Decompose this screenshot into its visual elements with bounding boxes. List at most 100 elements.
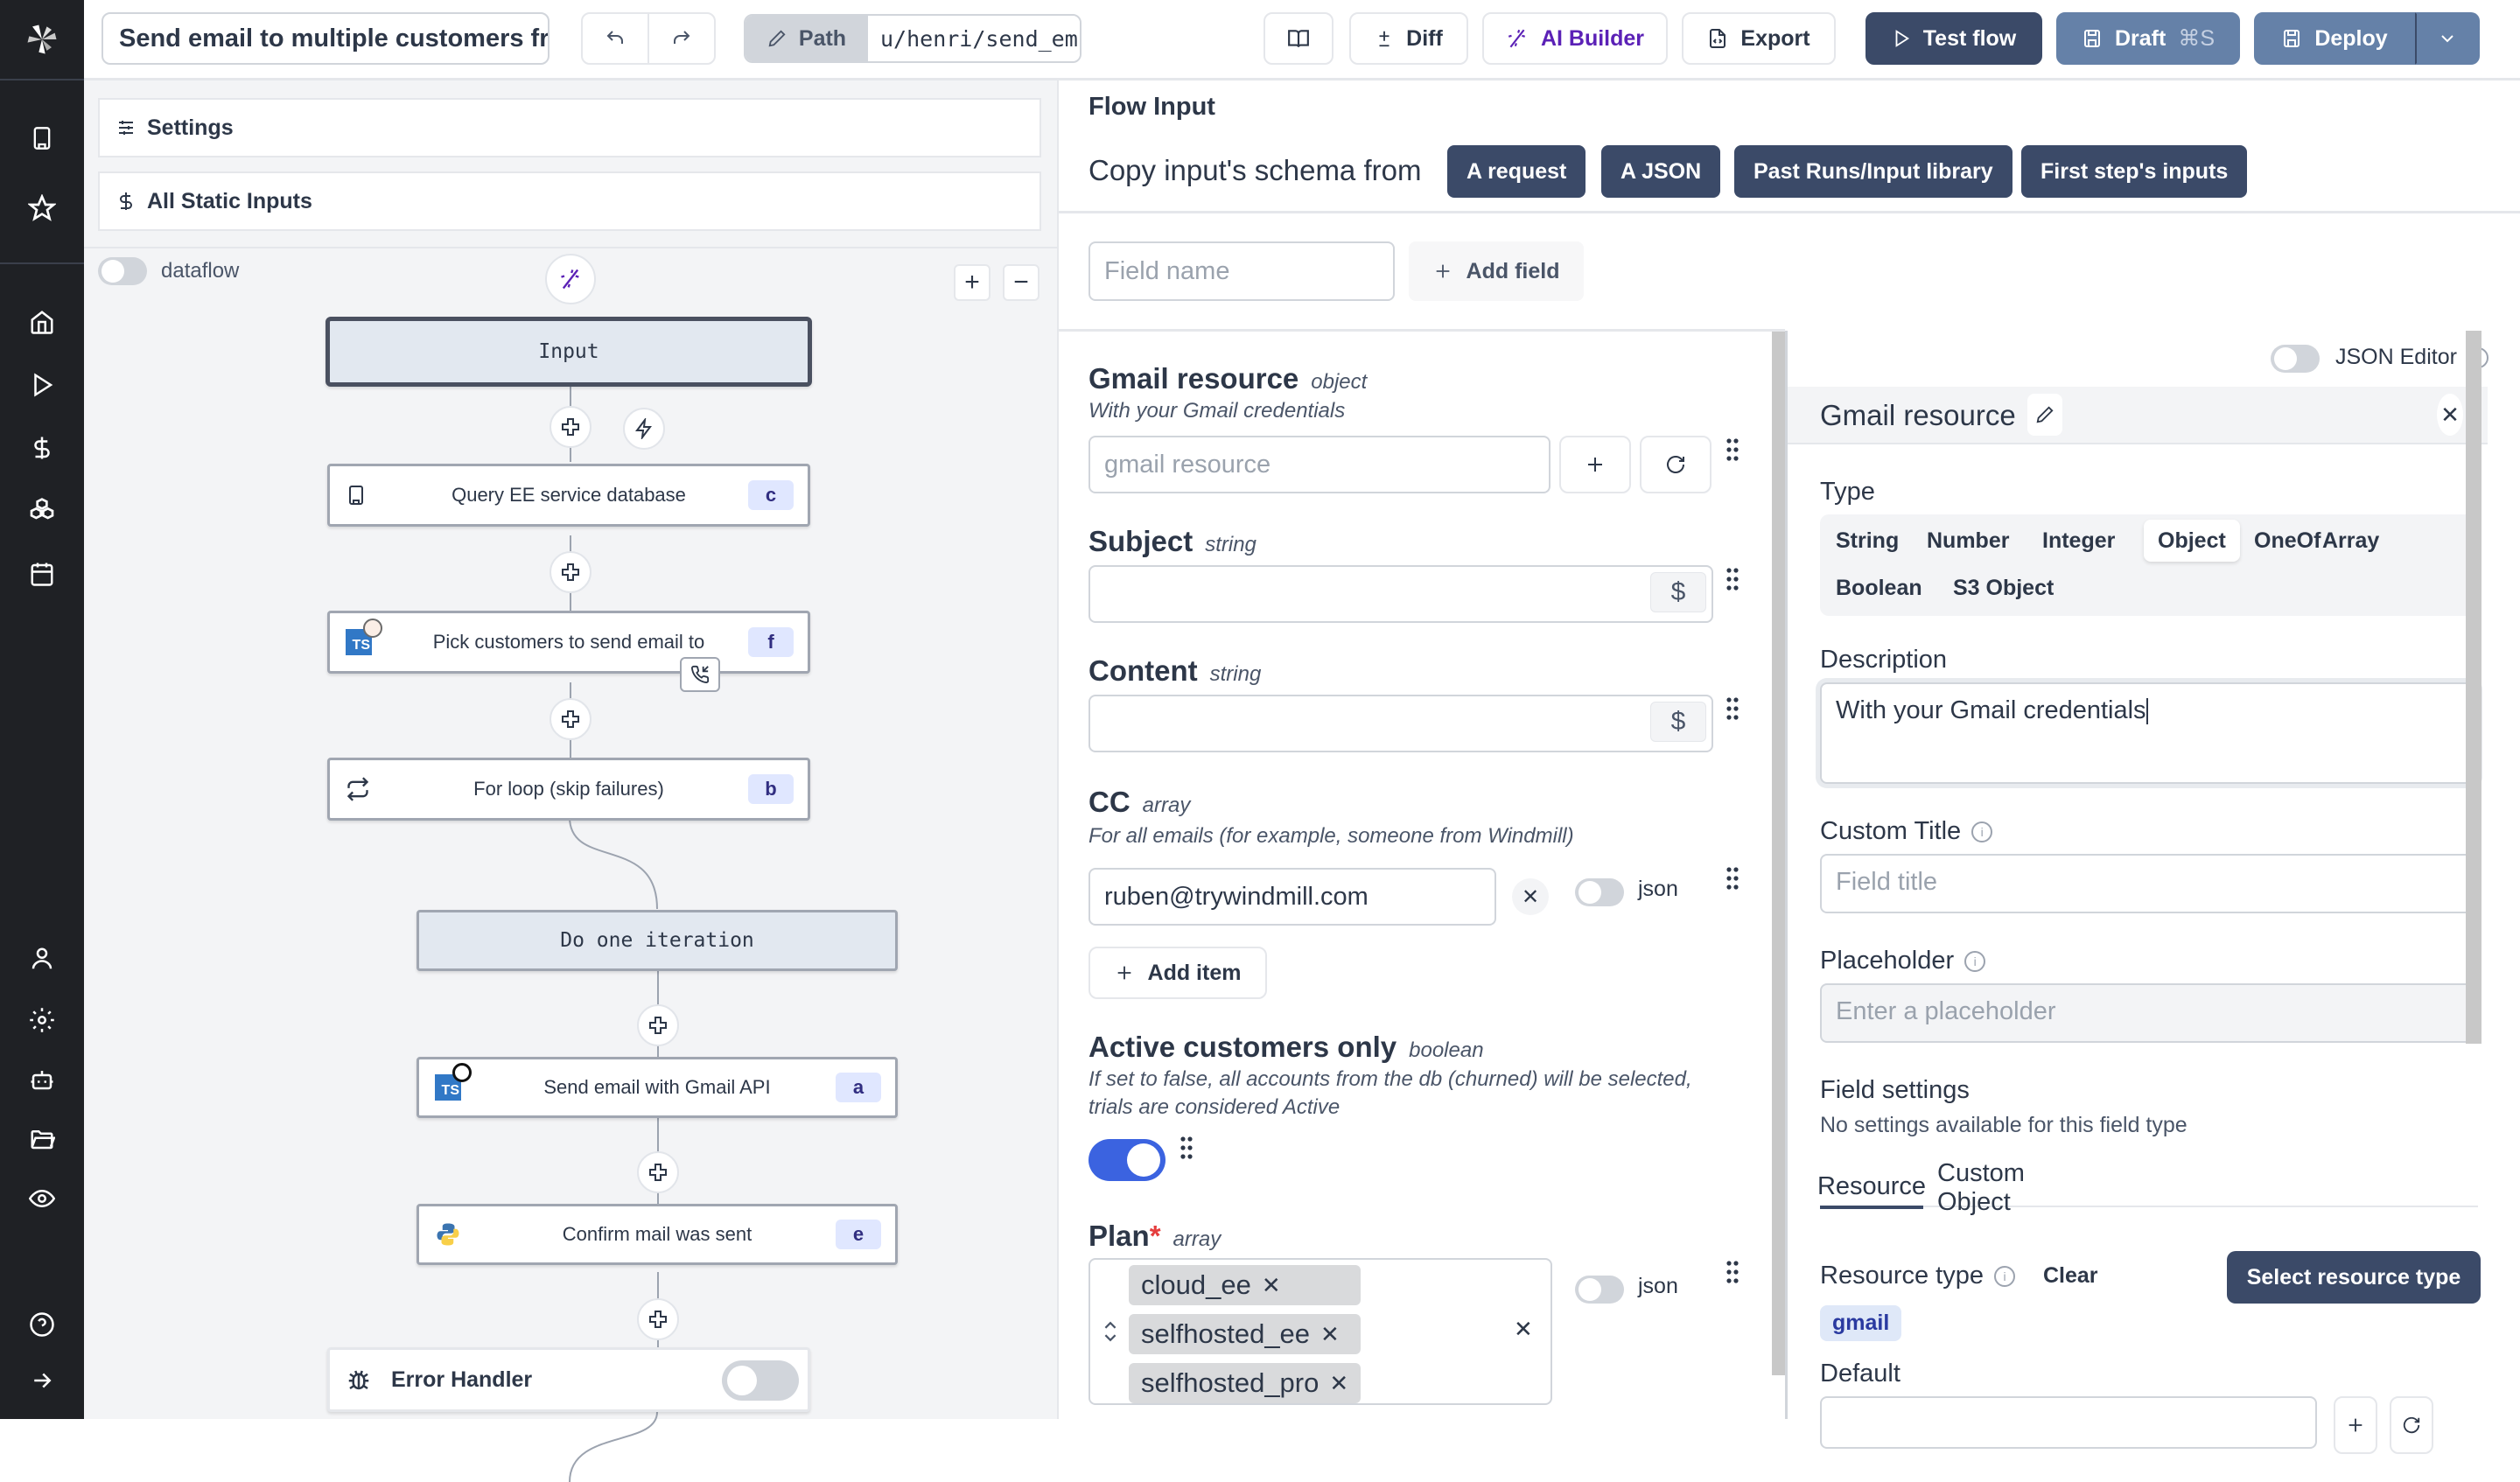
node-pick[interactable]: TS Pick customers to send email to f — [327, 611, 810, 692]
docs-button[interactable] — [1264, 12, 1334, 65]
info-icon[interactable]: i — [1964, 950, 1986, 972]
add-resource-button[interactable] — [1559, 436, 1631, 493]
drag-handle-icon[interactable] — [1726, 437, 1740, 462]
add-step-button[interactable] — [550, 406, 592, 448]
remove-cc-item-button[interactable]: ✕ — [1512, 878, 1549, 915]
content-input[interactable]: $ — [1088, 695, 1713, 752]
remove-chip-button[interactable]: ✕ — [1329, 1370, 1348, 1397]
sidebar-item-schedules[interactable] — [0, 548, 84, 600]
flow-canvas[interactable]: dataflow + − Input Query EE service data… — [84, 247, 1057, 1482]
close-field-editor-button[interactable]: ✕ — [2437, 394, 2463, 436]
export-button[interactable]: Export — [1682, 12, 1836, 65]
plan-multiselect[interactable]: cloud_ee ✕ selfhosted_ee ✕ selfhosted_pro ✕… — [1088, 1258, 1552, 1405]
type-object-button[interactable]: Object — [2144, 520, 2240, 562]
copy-from-request-button[interactable]: A request — [1447, 145, 1586, 198]
node-iteration[interactable]: Do one iteration — [416, 910, 898, 971]
cc-json-toggle[interactable] — [1575, 878, 1624, 906]
type-array-button[interactable]: Array — [2308, 520, 2393, 562]
add-step-button[interactable] — [637, 1151, 679, 1193]
path-label[interactable]: Path — [746, 16, 868, 61]
test-flow-button[interactable]: Test flow — [1866, 12, 2042, 65]
scrollbar[interactable] — [2466, 331, 2482, 1044]
dataflow-toggle[interactable] — [98, 257, 147, 285]
copy-from-past-runs-button[interactable]: Past Runs/Input library — [1734, 145, 2012, 198]
sidebar-item-variables[interactable] — [0, 422, 84, 474]
sidebar-item-expand[interactable] — [0, 1354, 84, 1407]
drag-handle-icon[interactable] — [1726, 696, 1740, 721]
deploy-button[interactable]: Deploy — [2254, 12, 2415, 65]
ai-builder-button[interactable]: AI Builder — [1482, 12, 1668, 65]
insert-variable-button[interactable]: $ — [1650, 572, 1706, 612]
info-icon[interactable]: i — [1971, 821, 1993, 842]
insert-variable-button[interactable]: $ — [1650, 702, 1706, 742]
clear-resource-type-button[interactable]: Clear — [2043, 1263, 2098, 1289]
add-step-button[interactable] — [637, 1298, 679, 1340]
add-trigger-button[interactable] — [623, 408, 665, 450]
type-string-button[interactable]: String — [1822, 520, 1913, 562]
custom-title-input[interactable]: Field title — [1820, 854, 2478, 913]
active-customers-toggle[interactable] — [1088, 1139, 1166, 1181]
description-textarea[interactable]: With your Gmail credentials — [1820, 682, 2478, 784]
draft-button[interactable]: Draft ⌘S — [2056, 12, 2240, 65]
flow-settings-button[interactable]: Settings — [98, 98, 1041, 157]
path-field[interactable]: Path u/henri/send_em — [744, 14, 1082, 63]
sidebar-item-help[interactable] — [0, 1298, 84, 1351]
node-confirm[interactable]: Confirm mail was sent e — [416, 1204, 898, 1265]
error-handler-toggle[interactable] — [722, 1360, 799, 1401]
remove-chip-button[interactable]: ✕ — [1320, 1321, 1340, 1348]
clear-plan-button[interactable]: ✕ — [1514, 1316, 1533, 1343]
copy-from-first-step-button[interactable]: First step's inputs — [2021, 145, 2248, 198]
zoom-out-button[interactable]: − — [1003, 264, 1040, 301]
sidebar-item-audit[interactable] — [0, 1172, 84, 1225]
drag-handle-icon[interactable] — [1726, 1260, 1740, 1284]
node-input[interactable]: Input — [326, 317, 812, 387]
drag-handle-icon[interactable] — [1726, 567, 1740, 591]
incoming-call-badge[interactable] — [680, 657, 720, 692]
sidebar-item-settings[interactable] — [0, 994, 84, 1046]
type-boolean-button[interactable]: Boolean — [1822, 567, 1936, 609]
redo-button[interactable] — [649, 14, 714, 63]
sidebar-item-favorites[interactable] — [0, 182, 84, 234]
deploy-options-button[interactable] — [2415, 12, 2480, 65]
undo-button[interactable] — [583, 14, 649, 63]
add-step-button[interactable] — [637, 1004, 679, 1046]
type-number-button[interactable]: Number — [1913, 520, 2023, 562]
copy-from-json-button[interactable]: A JSON — [1601, 145, 1721, 198]
remove-chip-button[interactable]: ✕ — [1262, 1272, 1281, 1299]
type-integer-button[interactable]: Integer — [2028, 520, 2129, 562]
zoom-in-button[interactable]: + — [954, 264, 990, 301]
plan-json-toggle[interactable] — [1575, 1276, 1624, 1304]
error-handler-node[interactable]: Error Handler — [327, 1347, 810, 1412]
sidebar-item-workers[interactable] — [0, 1053, 84, 1106]
sidebar-item-runs[interactable] — [0, 359, 84, 411]
sidebar-item-folders[interactable] — [0, 1113, 84, 1165]
rename-field-button[interactable] — [2027, 394, 2062, 436]
sidebar-item-workspace[interactable] — [0, 112, 84, 164]
default-resource-select[interactable] — [1820, 1396, 2317, 1449]
cc-item-input[interactable]: ruben@trywindmill.com — [1088, 868, 1496, 926]
field-name-input[interactable]: Field name — [1088, 241, 1395, 301]
placeholder-input[interactable]: Enter a placeholder — [1820, 983, 2478, 1043]
node-loop[interactable]: For loop (skip failures) b — [327, 758, 810, 821]
add-step-button[interactable] — [550, 698, 592, 740]
gmail-resource-select[interactable]: gmail resource — [1088, 436, 1550, 493]
subject-input[interactable]: $ — [1088, 565, 1713, 623]
windmill-logo[interactable] — [0, 0, 84, 80]
sidebar-item-user[interactable] — [0, 933, 84, 985]
select-resource-type-button[interactable]: Select resource type — [2227, 1251, 2481, 1304]
sidebar-item-home[interactable] — [0, 296, 84, 348]
tab-custom-object[interactable]: Custom Object — [1937, 1159, 2068, 1216]
info-icon[interactable]: i — [1994, 1265, 2015, 1287]
tab-resource[interactable]: Resource — [1817, 1167, 1926, 1209]
refresh-resources-button[interactable] — [1640, 436, 1712, 493]
path-value[interactable]: u/henri/send_em — [868, 16, 1080, 61]
add-field-button[interactable]: Add field — [1409, 241, 1584, 301]
add-resource-button[interactable] — [2334, 1396, 2377, 1454]
refresh-resources-button[interactable] — [2390, 1396, 2433, 1454]
ai-flow-button[interactable] — [545, 254, 596, 304]
add-step-button[interactable] — [550, 551, 592, 593]
type-s3-object-button[interactable]: S3 Object — [1939, 567, 2068, 609]
node-send[interactable]: TS Send email with Gmail API a — [416, 1057, 898, 1118]
json-editor-toggle[interactable] — [2271, 345, 2320, 373]
node-query[interactable]: Query EE service database c — [327, 464, 810, 527]
